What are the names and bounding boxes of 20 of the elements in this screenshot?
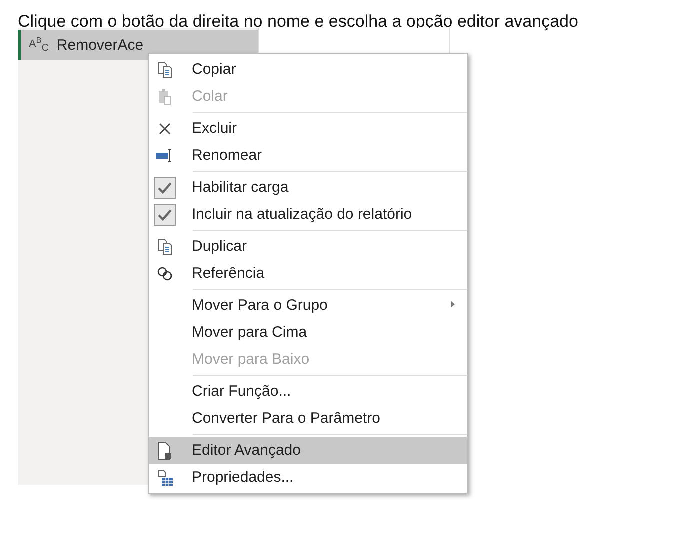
- menu-item[interactable]: Referência: [149, 260, 467, 287]
- copy-icon: [156, 238, 174, 256]
- menu-item[interactable]: Excluir: [149, 115, 467, 142]
- menu-item[interactable]: Criar Função...: [149, 378, 467, 405]
- menu-item[interactable]: Propriedades...: [149, 464, 467, 491]
- checkbox[interactable]: [154, 176, 176, 198]
- copy-icon: [156, 60, 174, 78]
- document-icon: [156, 440, 174, 460]
- menu-item[interactable]: Renomear: [149, 142, 467, 169]
- menu-item[interactable]: Mover para Cima: [149, 319, 467, 346]
- menu-item[interactable]: Mover Para o Grupo: [149, 292, 467, 319]
- menu-item[interactable]: Converter Para o Parâmetro: [149, 405, 467, 432]
- menu-item[interactable]: Habilitar carga: [149, 174, 467, 201]
- link-icon: [156, 264, 174, 282]
- paste-icon: [156, 88, 174, 106]
- menu-item[interactable]: Editor Avançado: [149, 437, 467, 464]
- checkbox[interactable]: [154, 204, 176, 226]
- menu-item[interactable]: Duplicar: [149, 233, 467, 260]
- menu-item[interactable]: Incluir na atualização do relatório: [149, 201, 467, 228]
- table-icon: [156, 468, 174, 486]
